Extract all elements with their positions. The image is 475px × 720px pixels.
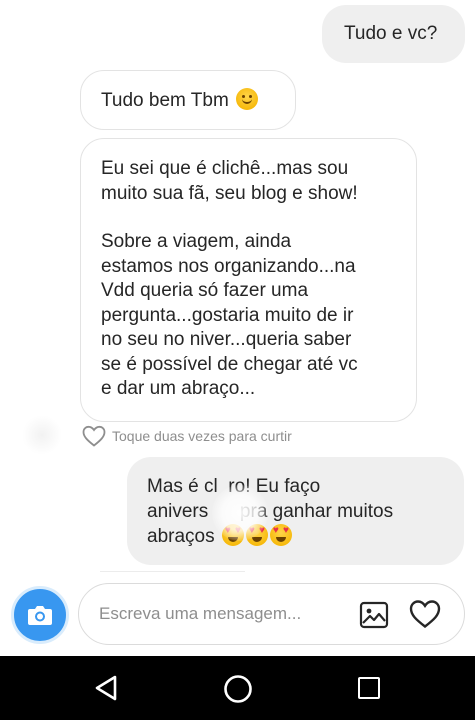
avatar [22,415,62,455]
heart-eyes-icon [269,524,292,546]
smiling-face-icon [236,88,259,110]
system-navigation-bar [0,656,475,720]
message-text: Tudo e vc? [344,23,438,44]
message-paragraph: Eu sei que é clichê...mas sou muito sua … [101,158,358,204]
message-text: abraços [147,526,215,547]
sticker-overlay [212,485,268,541]
message-line-with-emojis: abraços [147,524,444,550]
heart-outline-icon [82,425,106,447]
camera-button[interactable] [11,586,69,644]
back-icon[interactable] [93,674,119,702]
message-paragraph: Sobre a viagem, ainda estamos nos organi… [101,231,358,399]
incoming-message[interactable]: Eu sei que é clichê...mas sou muito sua … [80,138,417,422]
chat-thread: Tudo e vc? Tudo bem Tbm Eu sei que é cli… [0,0,475,656]
outgoing-message[interactable]: Mas é cl ro! Eu faço anivers pra ganhar … [127,457,464,565]
home-icon[interactable] [223,674,253,704]
like-hint[interactable]: Toque duas vezes para curtir [82,425,292,447]
message-text: Tudo bem Tbm [101,90,229,111]
divider [100,571,245,572]
message-input[interactable] [99,600,339,628]
gallery-icon[interactable] [359,601,389,629]
like-hint-text: Toque duas vezes para curtir [112,428,292,444]
camera-icon [28,606,52,625]
outgoing-message[interactable]: Tudo e vc? [322,5,465,63]
incoming-message[interactable]: Tudo bem Tbm [80,70,296,130]
recent-apps-icon[interactable] [358,677,380,699]
message-line: Mas é cl ro! Eu faço [147,476,321,497]
heart-icon[interactable] [409,599,441,629]
message-composer [78,583,465,645]
message-line: anivers pra ganhar muitos [147,500,394,522]
